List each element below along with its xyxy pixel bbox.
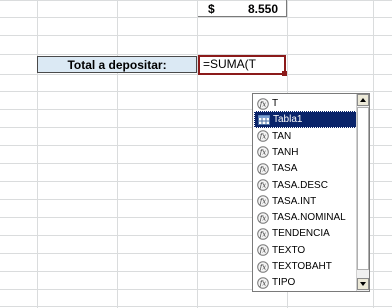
svg-text:fx: fx bbox=[259, 182, 267, 190]
svg-text:fx: fx bbox=[259, 279, 267, 287]
dropdown-scrollbar[interactable] bbox=[356, 94, 369, 291]
autocomplete-item-label: Tabla1 bbox=[273, 114, 303, 126]
autocomplete-item[interactable]: fx TASA.DESC bbox=[254, 177, 358, 194]
autocomplete-item[interactable]: fx TENDENCIA bbox=[254, 225, 358, 242]
autocomplete-item[interactable]: fx TASA.NOMINAL bbox=[254, 209, 358, 226]
autocomplete-item-label: TASA.NOMINAL bbox=[272, 212, 346, 224]
svg-text:fx: fx bbox=[259, 214, 267, 222]
autocomplete-item[interactable]: fx TEXTOBAHT bbox=[254, 258, 358, 275]
autocomplete-dropdown[interactable]: fx T Tabla1 fx TAN fx TANH fx TASA fx TASA.DESC fx T… bbox=[252, 93, 370, 292]
autocomplete-item-label: TASA bbox=[272, 163, 298, 175]
autocomplete-item-label: TENDENCIA bbox=[272, 228, 330, 240]
function-icon: fx bbox=[257, 195, 269, 208]
svg-text:fx: fx bbox=[259, 133, 267, 141]
autocomplete-item-label: TASA.DESC bbox=[272, 179, 328, 191]
currency-cell[interactable]: $ 8.550 bbox=[198, 0, 287, 17]
gridline bbox=[197, 0, 198, 308]
formula-input[interactable]: =SUMA(T bbox=[198, 55, 286, 75]
autocomplete-item[interactable]: fx TIPO bbox=[254, 274, 358, 291]
gridline bbox=[0, 91, 392, 92]
autocomplete-item-label: TASA.INT bbox=[272, 195, 317, 207]
autocomplete-item[interactable]: fx TANH bbox=[254, 144, 358, 161]
autocomplete-item[interactable]: fx TEXTO bbox=[254, 242, 358, 259]
svg-text:fx: fx bbox=[259, 263, 267, 271]
gridline bbox=[0, 17, 392, 18]
currency-symbol: $ bbox=[208, 2, 215, 16]
gridline bbox=[117, 0, 118, 308]
autocomplete-item-label: T bbox=[272, 98, 279, 109]
gridline bbox=[0, 306, 392, 307]
autocomplete-item-label: TANH bbox=[272, 146, 299, 158]
autocomplete-item-label: TEXTOBAHT bbox=[272, 261, 332, 272]
function-icon: fx bbox=[257, 228, 269, 240]
table-icon bbox=[258, 114, 270, 125]
autocomplete-item-label: TEXTO bbox=[272, 244, 306, 256]
scroll-down-button[interactable] bbox=[357, 278, 369, 290]
autocomplete-item[interactable]: fx TASA bbox=[254, 160, 358, 177]
amount-value: 8.550 bbox=[247, 2, 278, 16]
function-icon: fx bbox=[257, 162, 269, 175]
autocomplete-item[interactable]: fx TAN bbox=[254, 128, 358, 145]
gridline bbox=[0, 35, 392, 36]
svg-text:fx: fx bbox=[259, 100, 267, 108]
function-icon: fx bbox=[257, 179, 269, 191]
scroll-thumb[interactable] bbox=[357, 107, 369, 270]
function-icon: fx bbox=[257, 97, 269, 110]
function-icon: fx bbox=[257, 211, 269, 224]
function-icon: fx bbox=[257, 130, 269, 142]
svg-text:fx: fx bbox=[259, 230, 267, 238]
function-icon: fx bbox=[257, 276, 269, 289]
svg-text:fx: fx bbox=[259, 149, 267, 157]
autocomplete-item[interactable]: fx T bbox=[254, 95, 358, 112]
function-icon: fx bbox=[257, 260, 269, 273]
svg-text:fx: fx bbox=[259, 198, 267, 206]
total-label-cell[interactable]: Total a depositar: bbox=[37, 56, 197, 73]
gridline bbox=[0, 54, 392, 55]
svg-text:fx: fx bbox=[259, 247, 267, 255]
gridline bbox=[37, 0, 38, 308]
function-icon: fx bbox=[257, 244, 269, 256]
svg-text:fx: fx bbox=[259, 165, 267, 173]
gridline bbox=[373, 0, 374, 308]
gridline bbox=[0, 74, 392, 75]
scroll-up-button[interactable] bbox=[357, 94, 369, 106]
autocomplete-item[interactable]: fx TASA.INT bbox=[254, 193, 358, 210]
function-icon: fx bbox=[257, 146, 269, 159]
autocomplete-item-label: TIPO bbox=[272, 277, 296, 289]
gridline bbox=[0, 0, 392, 1]
autocomplete-item-label: TAN bbox=[272, 130, 292, 142]
fill-handle[interactable] bbox=[282, 71, 287, 76]
autocomplete-item[interactable]: Tabla1 bbox=[254, 111, 358, 129]
